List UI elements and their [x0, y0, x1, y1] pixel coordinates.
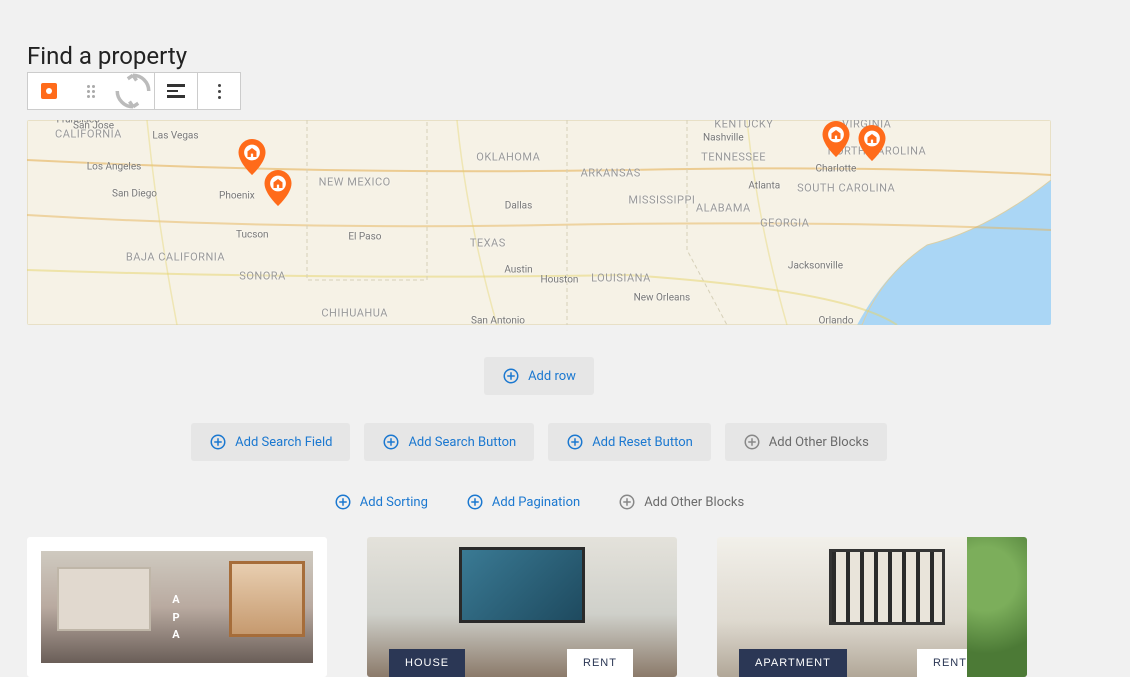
map-label: Nashville: [703, 133, 744, 144]
listing-card[interactable]: APARTMENT RENT: [717, 537, 1027, 677]
plus-circle-icon: [618, 493, 636, 511]
map-label: NEW MEXICO: [319, 175, 391, 188]
map-label: LOUISIANA: [591, 271, 651, 284]
map-label: Tucson: [236, 229, 269, 240]
map-label: Los Angeles: [87, 162, 142, 173]
pill-label: Add Other Blocks: [644, 495, 744, 510]
map-label: New Orleans: [634, 293, 691, 304]
pill-label: Add Sorting: [360, 495, 428, 510]
toolbar-settings-button[interactable]: [28, 73, 70, 109]
pill-label: Add Pagination: [492, 495, 580, 510]
listing-type-badge: HOUSE: [389, 649, 465, 677]
pill-label: Add Search Button: [408, 435, 516, 450]
toolbar-more-button[interactable]: [198, 73, 240, 109]
add-search-field-button[interactable]: Add Search Field: [191, 423, 350, 461]
map-marker[interactable]: [822, 121, 850, 157]
pill-label: Add Other Blocks: [769, 435, 869, 450]
add-pagination-button[interactable]: Add Pagination: [454, 489, 592, 515]
block-toolbar: [27, 72, 241, 110]
map-label: San Antonio: [471, 315, 525, 325]
map-label: OKLAHOMA: [476, 150, 540, 163]
map-label: TEXAS: [470, 237, 506, 250]
map-label: KENTUCKY: [714, 120, 773, 131]
listing-card[interactable]: A P A: [27, 537, 327, 677]
map-label: TENNESSEE: [701, 150, 766, 163]
map-label: El Paso: [348, 231, 381, 242]
map-label: CHIHUAHUA: [321, 306, 388, 319]
toolbar-transform-button[interactable]: [112, 73, 154, 109]
align-icon: [167, 84, 185, 98]
listing-status-badge: RENT: [567, 649, 633, 677]
settings-icon: [41, 83, 57, 99]
map-marker[interactable]: [238, 139, 266, 175]
map-label: Houston: [541, 274, 579, 285]
map-label: ARKANSAS: [581, 167, 641, 180]
map-label: GEORGIA: [760, 216, 809, 229]
toolbar-drag-button[interactable]: [70, 73, 112, 109]
map-label: MISSISSIPPI: [628, 193, 695, 206]
add-row-button[interactable]: Add row: [484, 357, 594, 395]
add-other-blocks-button[interactable]: Add Other Blocks: [606, 489, 756, 515]
listing-image: APARTMENT RENT: [717, 537, 1027, 677]
map-label: Dallas: [505, 201, 532, 212]
add-row-label: Add row: [528, 369, 576, 384]
map-label: San Diego: [112, 188, 157, 199]
map-label: Austin: [504, 264, 532, 275]
plus-circle-icon: [743, 433, 761, 451]
drag-icon: [87, 85, 95, 98]
listing-vert-label: A P A: [172, 591, 181, 644]
map-label: CALIFORNIA: [55, 128, 122, 141]
plus-circle-icon: [502, 367, 520, 385]
map-label: Atlanta: [748, 180, 780, 191]
map-label: SONORA: [239, 269, 285, 282]
transform-icon: [112, 70, 154, 112]
map-label: Las Vegas: [152, 131, 198, 142]
actions: Add row Add Search Field Add Search Butto…: [27, 357, 1051, 515]
toolbar-align-button[interactable]: [155, 73, 197, 109]
more-icon: [218, 84, 221, 99]
pill-label: Add Search Field: [235, 435, 332, 450]
plus-circle-icon: [209, 433, 227, 451]
map-label: ALABAMA: [696, 202, 751, 215]
listing-image: HOUSE RENT: [367, 537, 677, 677]
map-marker[interactable]: [858, 125, 886, 161]
add-search-button-button[interactable]: Add Search Button: [364, 423, 534, 461]
map-label: SOUTH CAROLINA: [797, 181, 895, 194]
add-reset-button-button[interactable]: Add Reset Button: [548, 423, 711, 461]
listing-card[interactable]: HOUSE RENT: [367, 537, 677, 677]
plus-circle-icon: [466, 493, 484, 511]
map-label: Orlando: [818, 315, 853, 325]
listing-cards: A P A HOUSE RENT APARTMENT RENT: [27, 537, 1051, 677]
listing-type-badge: APARTMENT: [739, 649, 847, 677]
pill-label: Add Reset Button: [592, 435, 693, 450]
map-label: Phoenix: [219, 190, 255, 201]
map-label: Jacksonville: [788, 260, 843, 271]
map-marker[interactable]: [264, 170, 292, 206]
listing-status-badge: RENT: [917, 649, 983, 677]
plus-circle-icon: [334, 493, 352, 511]
plus-circle-icon: [382, 433, 400, 451]
map[interactable]: FranciscoSan JoseCALIFORNIALas VegasLos …: [27, 120, 1051, 325]
map-label: BAJA CALIFORNIA: [126, 251, 225, 264]
add-other-blocks-button[interactable]: Add Other Blocks: [725, 423, 887, 461]
page-title: Find a property: [27, 42, 1103, 70]
map-label: Charlotte: [816, 164, 857, 175]
listing-image: A P A: [41, 551, 313, 663]
add-sorting-button[interactable]: Add Sorting: [322, 489, 440, 515]
plus-circle-icon: [566, 433, 584, 451]
